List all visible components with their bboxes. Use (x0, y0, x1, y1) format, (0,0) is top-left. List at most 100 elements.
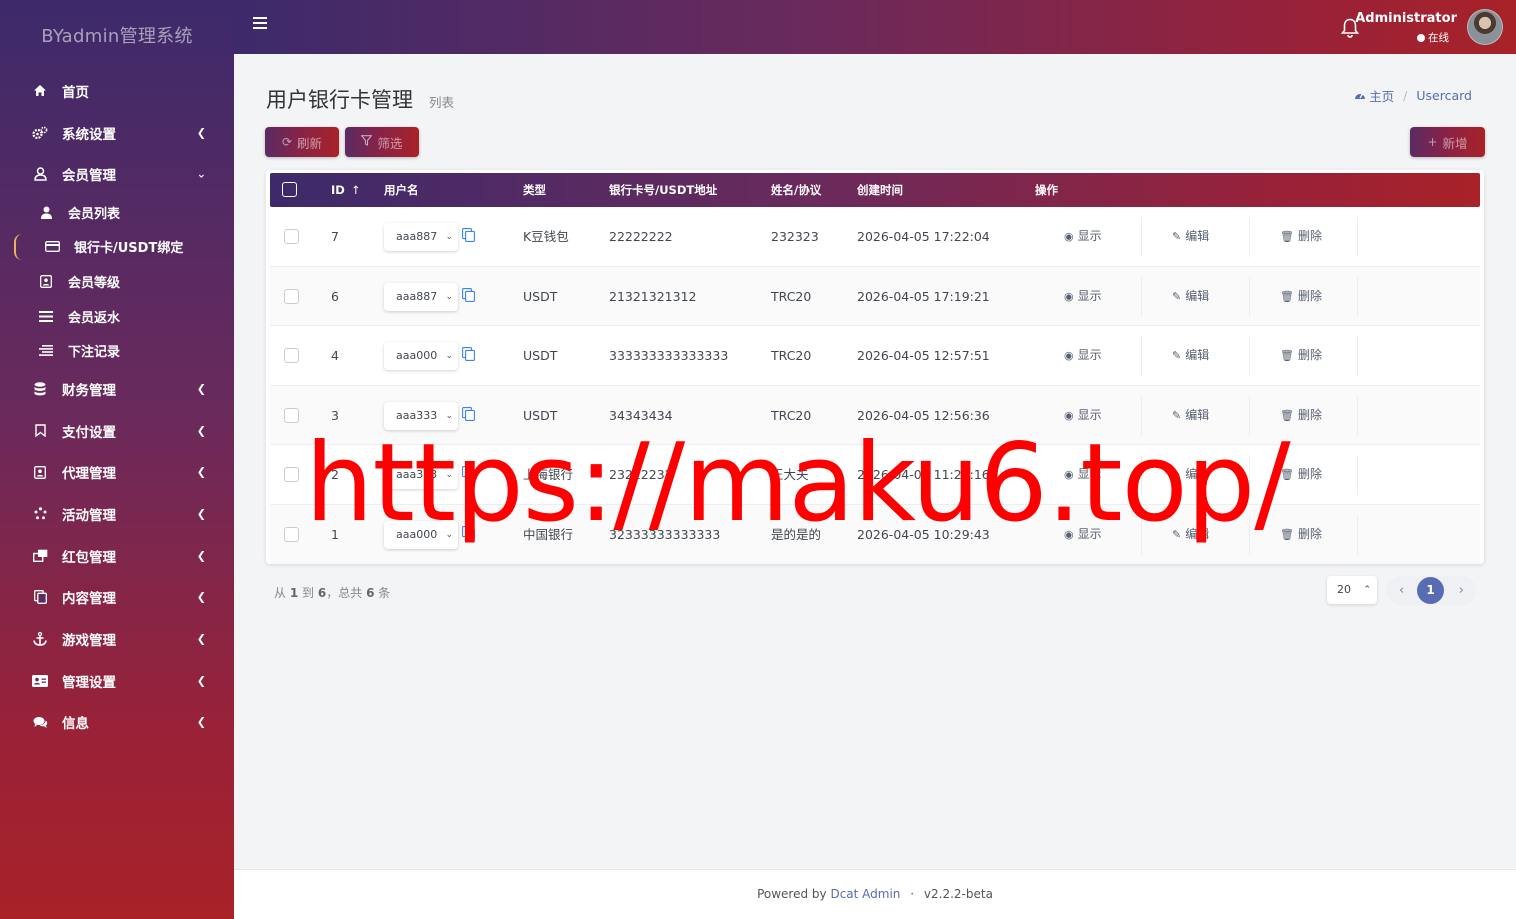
username-select[interactable]: aaa887 ⌄ (384, 282, 458, 311)
new-button[interactable]: + 新增 (1410, 127, 1485, 157)
edit-action[interactable]: ✎ 编辑 (1172, 445, 1209, 505)
sidebar-item-home[interactable]: 首页 (0, 70, 234, 112)
id-badge-icon (32, 464, 48, 480)
username-select[interactable]: aaa000 ⌄ (384, 342, 458, 370)
sidebar-item-content-management[interactable]: 内容管理 ❮ (0, 576, 234, 618)
anchor-icon (32, 631, 48, 647)
sidebar-item-admin-settings[interactable]: 管理设置 ❮ (0, 660, 234, 702)
user-name[interactable]: Administrator (1355, 11, 1457, 26)
chevron-left-icon: ❮ (196, 424, 206, 438)
breadcrumb: 主页 / Usercard (1354, 86, 1472, 105)
show-action[interactable]: ◉ 显示 (1064, 445, 1102, 505)
page-number-1[interactable]: 1 (1417, 577, 1444, 604)
delete-action[interactable]: 🗑 删除 (1280, 326, 1322, 386)
delete-action[interactable]: 🗑 删除 (1280, 207, 1322, 267)
sidebar-item-label: 系统设置 (62, 126, 116, 143)
copy-icon[interactable] (462, 525, 475, 540)
table-row: 4 aaa000 ⌄ USDT 333333333333333 TRC20 202… (270, 326, 1480, 386)
delete-action[interactable]: 🗑 删除 (1280, 445, 1322, 505)
edit-action[interactable]: ✎ 编辑 (1172, 207, 1209, 267)
sidebar-subitem-bet-records[interactable]: 下注记录 (0, 333, 234, 368)
edit-action[interactable]: ✎ 编辑 (1172, 505, 1209, 565)
row-checkbox[interactable] (284, 348, 299, 363)
sidebar-item-system-settings[interactable]: 系统设置 ❮ (0, 112, 234, 154)
chevron-down-icon: ⌄ (445, 529, 453, 540)
cell-name-protocol: TRC20 (771, 407, 812, 423)
per-page-select[interactable]: 20 ⌃ (1327, 576, 1377, 604)
table-row: 1 aaa000 ⌄ 中国银行 32333333333333 是的是的 2026-… (270, 504, 1480, 565)
chevron-left-icon: ❮ (196, 549, 206, 563)
action-divider (1141, 514, 1142, 555)
prev-page-icon[interactable]: ‹ (1399, 576, 1404, 605)
sidebar-item-finance[interactable]: 财务管理 ❮ (0, 368, 234, 410)
show-action[interactable]: ◉ 显示 (1064, 267, 1102, 327)
sidebar-item-payment-settings[interactable]: 支付设置 ❮ (0, 410, 234, 452)
trash-icon: 🗑 (1280, 468, 1294, 481)
action-divider (1357, 276, 1358, 317)
sort-arrow-icon[interactable]: ↑ (351, 183, 361, 197)
copy-icon[interactable] (462, 287, 475, 302)
sidebar-item-label: 财务管理 (62, 382, 116, 399)
delete-action[interactable]: 🗑 删除 (1280, 386, 1322, 446)
show-action[interactable]: ◉ 显示 (1064, 386, 1102, 446)
sidebar-subitem-member-rebate[interactable]: 会员返水 (0, 299, 234, 334)
refresh-button[interactable]: ⟳ 刷新 (265, 127, 339, 157)
column-header-id[interactable]: ID ↑ (331, 173, 360, 207)
menu-toggle-icon[interactable] (253, 17, 267, 31)
username-select[interactable]: aaa887 ⌄ (384, 223, 458, 251)
page-title: 用户银行卡管理 (266, 88, 413, 112)
row-checkbox[interactable] (284, 288, 299, 304)
show-action[interactable]: ◉ 显示 (1064, 326, 1102, 386)
sidebar-item-game-management[interactable]: 游戏管理 ❮ (0, 618, 234, 660)
breadcrumb-home[interactable]: 主页 (1354, 86, 1394, 105)
username-select[interactable]: aaa000 ⌄ (384, 520, 458, 549)
cell-id: 2 (331, 467, 339, 482)
delete-action[interactable]: 🗑 删除 (1280, 267, 1322, 327)
avatar[interactable] (1467, 9, 1503, 45)
row-checkbox[interactable] (284, 526, 299, 542)
filter-button[interactable]: 筛选 (345, 127, 419, 157)
username-select[interactable]: aaa333 ⌄ (384, 461, 458, 489)
copy-icon[interactable] (462, 466, 475, 480)
cell-id: 1 (331, 526, 339, 542)
copy-icon[interactable] (462, 228, 475, 242)
copy-icon[interactable] (462, 347, 475, 361)
show-action[interactable]: ◉ 显示 (1064, 207, 1102, 267)
new-button-label: 新增 (1442, 135, 1468, 151)
row-checkbox[interactable] (284, 407, 299, 423)
edit-action[interactable]: ✎ 编辑 (1172, 267, 1209, 327)
column-header-actions: 操作 (1035, 183, 1058, 197)
comments-icon (32, 714, 48, 730)
show-action[interactable]: ◉ 显示 (1064, 505, 1102, 565)
dcat-admin-link[interactable]: Dcat Admin (830, 887, 900, 901)
sidebar-subitem-member-level[interactable]: 会员等级 (0, 264, 234, 299)
edit-action[interactable]: ✎ 编辑 (1172, 386, 1209, 446)
table-row: 6 aaa887 ⌄ USDT 21321321312 TRC20 2026-04… (270, 266, 1480, 327)
sidebar-item-member-management[interactable]: 会员管理 ⌄ (0, 153, 234, 195)
sidebar-subitem-member-list[interactable]: 会员列表 (0, 195, 234, 230)
edit-action[interactable]: ✎ 编辑 (1172, 326, 1209, 386)
pagination: ‹ 1 › (1387, 576, 1476, 605)
username-select[interactable]: aaa333 ⌄ (384, 401, 458, 430)
sidebar-item-activity-management[interactable]: 活动管理 ❮ (0, 493, 234, 535)
user-status: 在线 (1417, 30, 1449, 45)
brand-logo[interactable]: BYadmin管理系统 (0, 0, 234, 70)
delete-action[interactable]: 🗑 删除 (1280, 505, 1322, 565)
sidebar-item-messages[interactable]: 信息 ❮ (0, 702, 234, 744)
copy-icon[interactable] (462, 406, 475, 421)
chevron-down-icon: ⌄ (445, 410, 453, 421)
sidebar-item-redpacket-management[interactable]: 红包管理 ❮ (0, 535, 234, 577)
action-divider (1357, 514, 1358, 555)
select-all-checkbox[interactable] (282, 182, 297, 197)
row-checkbox[interactable] (284, 229, 299, 244)
next-page-icon[interactable]: › (1459, 576, 1464, 605)
sidebar-subitem-bankcard-binding[interactable]: 银行卡/USDT绑定 (0, 230, 234, 265)
sidebar-item-agent-management[interactable]: 代理管理 ❮ (0, 451, 234, 493)
sidebar-item-label: 活动管理 (62, 507, 116, 524)
column-header-username: 用户名 (384, 183, 419, 197)
address-card-icon (32, 673, 48, 689)
column-header-created-at: 创建时间 (857, 183, 903, 197)
chevron-down-icon: ⌄ (445, 470, 453, 480)
action-divider (1249, 395, 1250, 436)
row-checkbox[interactable] (284, 467, 299, 482)
